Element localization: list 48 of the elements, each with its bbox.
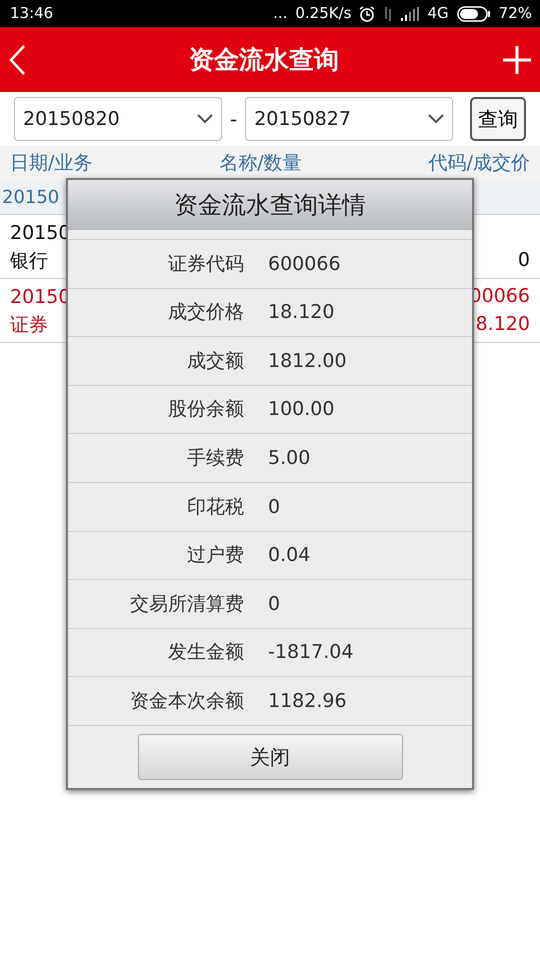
field-value: -1817.04	[267, 640, 354, 666]
caret-icon	[428, 114, 444, 124]
caret-icon	[197, 114, 213, 124]
field-label: 手续费	[186, 446, 244, 471]
query-button[interactable]: 查询	[470, 97, 526, 141]
row-text: 证券	[10, 313, 49, 338]
date-dropdown[interactable]: 20150820	[14, 97, 222, 141]
network-text: 4G	[427, 3, 449, 24]
field-value: 100.00	[267, 397, 334, 422]
signal-icon	[401, 6, 420, 20]
date-dropdown[interactable]: 20150827	[245, 97, 454, 141]
field-label: 成交价格	[167, 300, 244, 326]
dots-text: ...	[273, 3, 288, 24]
column-header: 日期/业务	[10, 150, 92, 176]
field-label: 交易所清算费	[129, 592, 244, 617]
field-value: 600066	[267, 252, 341, 277]
close-button[interactable]: 关闭	[138, 734, 402, 780]
dialog-title: 资金流水查询详情	[174, 190, 366, 221]
field-label: 过户费	[186, 543, 244, 568]
back-icon[interactable]	[8, 44, 26, 76]
field-label: 发生金额	[167, 640, 244, 666]
battery-icon	[456, 6, 491, 22]
add-icon[interactable]	[502, 44, 532, 74]
data-arrows-icon	[383, 6, 394, 20]
field-value: 18.120	[267, 300, 334, 326]
field-label: 资金本次余额	[129, 688, 244, 714]
column-header: 名称/数量	[219, 150, 302, 176]
field-label: 成交额	[186, 348, 244, 374]
time-text: 13:46	[10, 3, 54, 24]
battery-text: 72%	[498, 3, 532, 24]
field-value: 1182.96	[267, 688, 347, 714]
field-label: 证券代码	[167, 252, 244, 277]
field-value: 1812.00	[267, 348, 347, 374]
field-value: 0	[267, 592, 280, 617]
field-label: 印花税	[186, 494, 244, 520]
alarm-icon	[359, 6, 376, 22]
separator-text: -	[230, 106, 238, 133]
row-text: 银行	[10, 249, 49, 274]
speed-text: 0.25K/s	[295, 3, 352, 24]
field-label: 股份余额	[167, 397, 244, 422]
field-value: 5.00	[267, 446, 310, 471]
page-title: 资金流水查询	[189, 44, 339, 76]
field-value: 0.04	[267, 543, 310, 568]
column-header: 代码/成交价	[428, 150, 530, 176]
row-text: 8.120	[476, 312, 530, 337]
field-value: 0	[267, 494, 280, 520]
group-date: 20150	[2, 186, 60, 210]
row-text: 0	[518, 248, 530, 273]
